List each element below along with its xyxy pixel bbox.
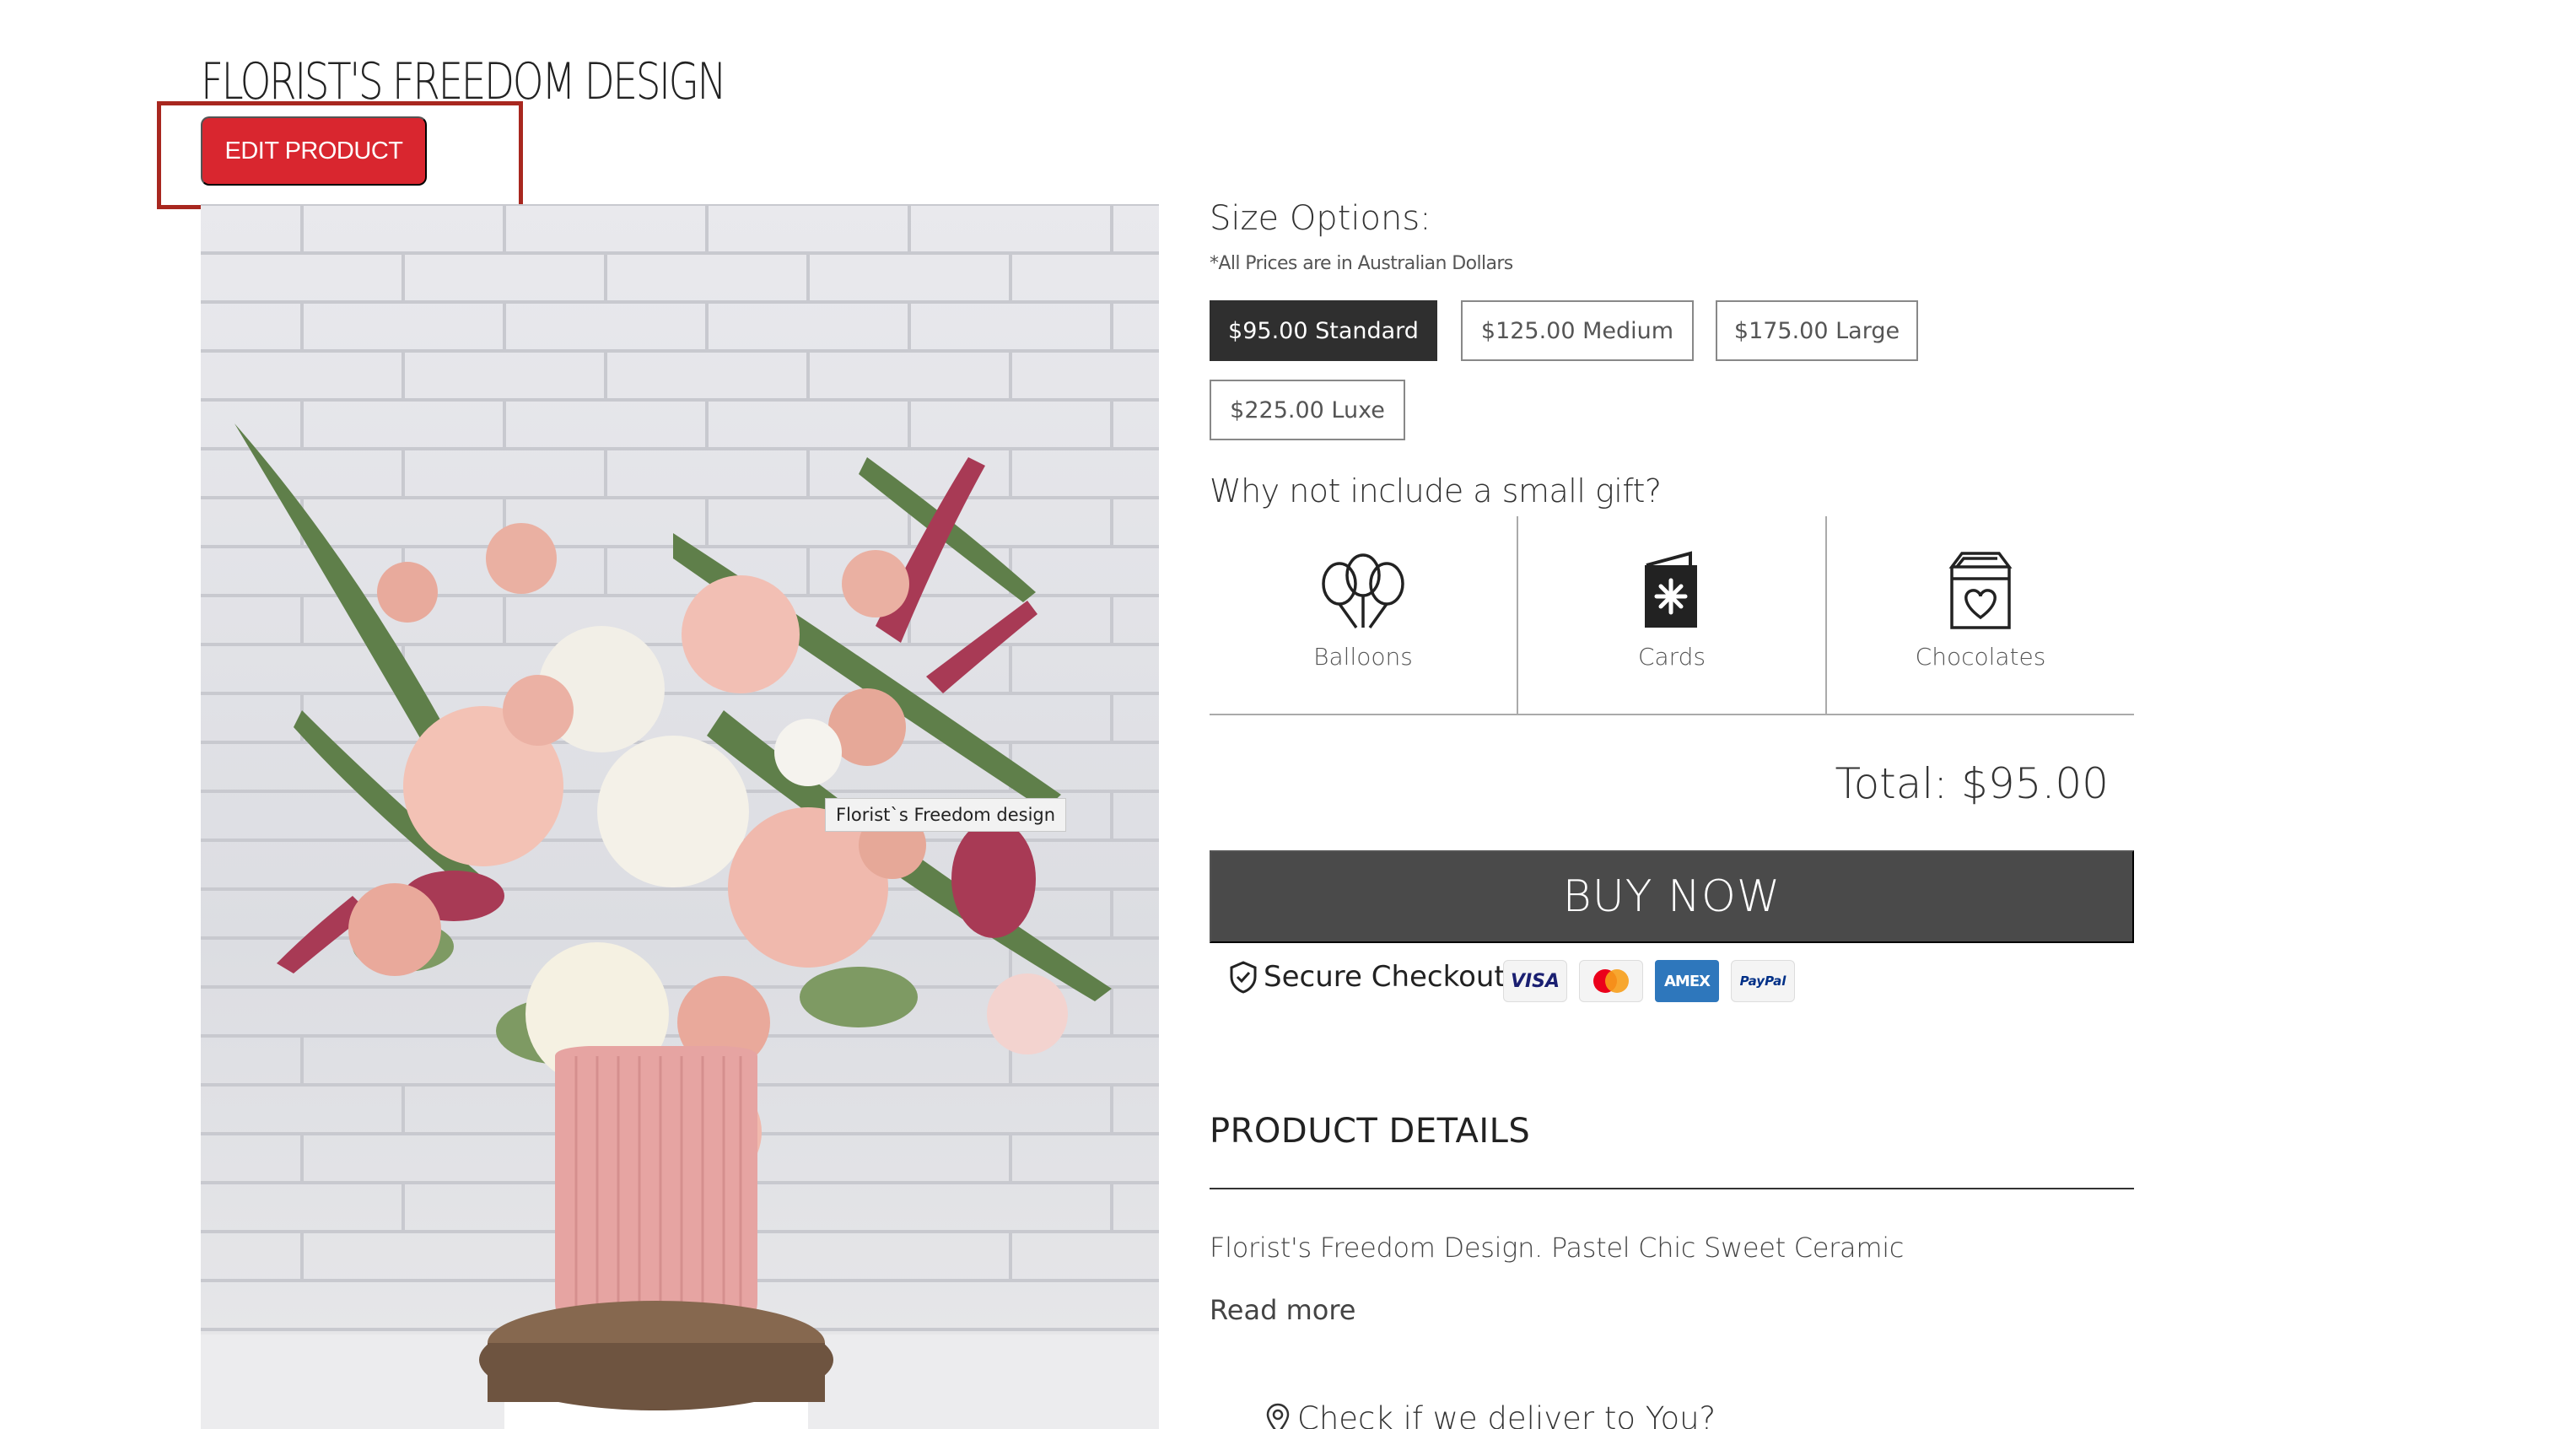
location-pin-icon <box>1266 1403 1290 1429</box>
delivery-check[interactable]: Check if we deliver to You? <box>1265 1400 1716 1429</box>
image-tooltip: Florist`s Freedom design <box>825 798 1067 832</box>
gift-label-chocolates: Chocolates <box>1915 643 2046 671</box>
mastercard-icon <box>1579 960 1643 1002</box>
secure-checkout-label: Secure Checkout <box>1264 960 1506 994</box>
gift-chocolates[interactable]: Chocolates <box>1825 516 2134 714</box>
size-option-medium[interactable]: $125.00 Medium <box>1461 300 1694 361</box>
gift-cards[interactable]: Cards <box>1517 516 1825 714</box>
size-option-luxe[interactable]: $225.00 Luxe <box>1210 380 1405 440</box>
size-options-heading: Size Options: <box>1210 199 1431 238</box>
product-details-heading: PRODUCT DETAILS <box>1210 1112 1531 1151</box>
buy-now-button[interactable]: BUY NOW <box>1210 850 2134 943</box>
gift-options: Balloons Cards Chocolates <box>1210 516 2134 715</box>
mastercard-logo <box>1593 969 1629 993</box>
gift-label-balloons: Balloons <box>1313 643 1413 671</box>
product-description: Florist's Freedom Design. Pastel Chic Sw… <box>1210 1232 1905 1264</box>
edit-product-button[interactable]: EDIT PRODUCT <box>201 116 427 186</box>
size-option-standard[interactable]: $95.00 Standard <box>1210 300 1437 361</box>
details-divider <box>1210 1188 2134 1189</box>
size-option-large[interactable]: $175.00 Large <box>1716 300 1918 361</box>
delivery-check-label: Check if we deliver to You? <box>1297 1400 1716 1429</box>
read-more-link[interactable]: Read more <box>1210 1294 1355 1326</box>
gift-heading: Why not include a small gift? <box>1210 472 1662 510</box>
gift-label-cards: Cards <box>1637 643 1706 671</box>
amex-icon: AMEX <box>1655 960 1719 1002</box>
visa-icon: VISA <box>1503 960 1567 1002</box>
order-total: Total: $95.00 <box>1835 759 2109 808</box>
paypal-icon: PayPal <box>1731 960 1795 1002</box>
shield-check-icon <box>1230 961 1257 994</box>
secure-checkout: Secure Checkout <box>1228 960 1506 994</box>
currency-note: *All Prices are in Australian Dollars <box>1210 253 1513 274</box>
gift-balloons[interactable]: Balloons <box>1210 516 1517 714</box>
card-icon <box>1645 551 1697 628</box>
product-image[interactable]: Florist`s Freedom design <box>201 204 1159 1429</box>
balloons-icon <box>1322 553 1404 629</box>
chocolates-icon <box>1948 552 2013 629</box>
